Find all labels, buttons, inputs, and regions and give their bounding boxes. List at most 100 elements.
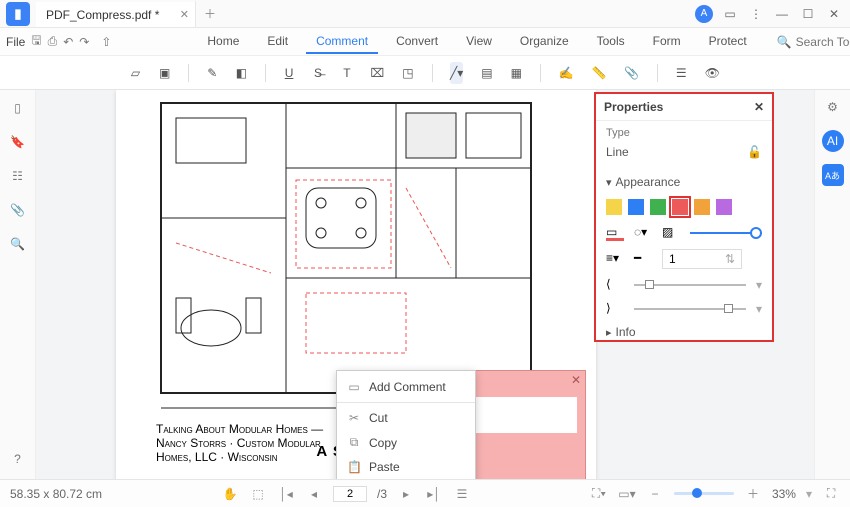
start-cap-icon[interactable]: ⟨	[606, 277, 624, 293]
thumbnails-icon[interactable]: ▯	[8, 98, 28, 118]
minimize-button[interactable]: —	[770, 2, 794, 26]
swatch-yellow[interactable]	[606, 199, 622, 215]
canvas[interactable]: ⎘	[36, 90, 814, 479]
appearance-section-toggle[interactable]: ▾ Appearance	[596, 171, 772, 193]
fit-options-icon[interactable]: ⛶▾	[590, 486, 608, 501]
start-cap-slider[interactable]	[634, 284, 746, 286]
presentation-icon[interactable]: ▭	[718, 2, 742, 26]
opacity-slider[interactable]	[690, 232, 762, 234]
end-cap-slider[interactable]	[634, 308, 746, 310]
cm-cut[interactable]: ✂Cut	[337, 406, 475, 430]
search-input[interactable]	[796, 35, 850, 49]
area-highlight-icon[interactable]: ▣	[159, 62, 170, 84]
signature-icon[interactable]: ✍	[558, 62, 573, 84]
pattern-icon[interactable]: ▨	[662, 225, 680, 241]
swatch-orange[interactable]	[694, 199, 710, 215]
tab-edit[interactable]: Edit	[257, 30, 298, 54]
kebab-menu-icon[interactable]: ⋮	[744, 2, 768, 26]
highlighter-icon[interactable]: ▱	[130, 62, 141, 84]
tab-comment[interactable]: Comment	[306, 30, 378, 54]
popup-close-icon[interactable]: ✕	[571, 373, 581, 387]
user-avatar[interactable]: A	[692, 2, 716, 26]
help-icon[interactable]: ?	[8, 449, 28, 469]
dropdown-icon[interactable]: ▾	[756, 302, 762, 316]
print-icon[interactable]: ⎙	[48, 31, 58, 53]
fullscreen-icon[interactable]: ⛶	[822, 486, 840, 501]
eraser-icon[interactable]: ◧	[236, 62, 247, 84]
swatch-blue[interactable]	[628, 199, 644, 215]
annotation-text-field[interactable]	[465, 397, 577, 433]
measure-icon[interactable]: 📏	[591, 62, 606, 84]
tab-view[interactable]: View	[456, 30, 502, 54]
document-tab[interactable]: PDF_Compress.pdf * ✕	[36, 0, 196, 27]
line-weight-icon[interactable]: ━	[634, 251, 652, 267]
zoom-out-icon[interactable]: −	[646, 487, 664, 501]
export-icon[interactable]: ⇧	[101, 31, 111, 53]
prev-page-icon[interactable]: ◂	[305, 487, 323, 501]
end-cap-icon[interactable]: ⟩	[606, 301, 624, 317]
last-page-icon[interactable]: ▸│	[425, 487, 443, 501]
quickbar: File 🖫 ⎙ ↶ ↷ ⇧ Home Edit Comment Convert…	[0, 28, 850, 56]
zoom-dropdown-icon[interactable]: ▾	[806, 487, 812, 501]
note-icon[interactable]: ▤	[481, 62, 492, 84]
separator	[188, 64, 189, 82]
fill-color-icon[interactable]: ◌▾	[634, 225, 652, 241]
zoom-in-icon[interactable]: ＋	[744, 485, 762, 502]
save-icon[interactable]: 🖫	[31, 31, 41, 53]
next-page-icon[interactable]: ▸	[397, 487, 415, 501]
tab-protect[interactable]: Protect	[699, 30, 757, 54]
cm-add-comment[interactable]: ▭Add Comment	[337, 375, 475, 399]
swatch-purple[interactable]	[716, 199, 732, 215]
close-tab-icon[interactable]: ✕	[180, 8, 189, 21]
callout-icon[interactable]: ◳	[402, 62, 413, 84]
stamp-icon[interactable]: ▦	[511, 62, 522, 84]
line-tool-icon[interactable]: ╱▾	[450, 62, 463, 84]
thickness-input[interactable]: 1⇅	[662, 249, 742, 269]
cm-paste[interactable]: 📋Paste	[337, 455, 475, 479]
first-page-icon[interactable]: │◂	[277, 487, 295, 501]
swatch-green[interactable]	[650, 199, 666, 215]
close-window-button[interactable]: ✕	[822, 2, 846, 26]
search-panel-icon[interactable]: 🔍	[8, 234, 28, 254]
new-tab-button[interactable]: ＋	[196, 0, 224, 27]
stroke-color-icon[interactable]: ▭	[606, 225, 624, 241]
select-tool-icon[interactable]: ⬚	[249, 487, 267, 501]
comments-list-icon[interactable]: ☰	[676, 62, 687, 84]
strikethrough-icon[interactable]: S̶	[313, 62, 324, 84]
read-mode-icon[interactable]: ☰	[453, 487, 471, 501]
tab-home[interactable]: Home	[197, 30, 249, 54]
textbox-icon[interactable]: ⌧	[370, 62, 384, 84]
redo-icon[interactable]: ↷	[79, 31, 89, 53]
page-number-input[interactable]	[333, 486, 367, 502]
layout-icon[interactable]: ▭▾	[618, 487, 636, 501]
ai-icon[interactable]: AI	[822, 130, 844, 152]
dropdown-icon[interactable]: ▾	[756, 278, 762, 292]
pencil-icon[interactable]: ✎	[207, 62, 218, 84]
layers-icon[interactable]: ☷	[8, 166, 28, 186]
settings-bars-icon[interactable]: ⚙	[822, 96, 844, 118]
lock-icon[interactable]: 🔓	[747, 145, 762, 159]
tab-convert[interactable]: Convert	[386, 30, 448, 54]
zoom-slider[interactable]	[674, 492, 734, 495]
tab-tools[interactable]: Tools	[587, 30, 635, 54]
underline-icon[interactable]: U	[284, 62, 295, 84]
hide-comments-icon[interactable]: 👁	[705, 62, 720, 84]
tab-organize[interactable]: Organize	[510, 30, 579, 54]
maximize-button[interactable]: ☐	[796, 2, 820, 26]
hand-tool-icon[interactable]: ✋	[221, 487, 239, 501]
undo-icon[interactable]: ↶	[63, 31, 73, 53]
attachment-icon[interactable]: 📎	[624, 62, 639, 84]
tab-form[interactable]: Form	[643, 30, 691, 54]
line-style-icon[interactable]: ≡▾	[606, 251, 624, 267]
info-section-toggle[interactable]: ▸ Info	[596, 321, 772, 343]
text-icon[interactable]: T	[341, 62, 352, 84]
attachments-icon[interactable]: 📎	[8, 200, 28, 220]
bookmarks-icon[interactable]: 🔖	[8, 132, 28, 152]
translate-icon[interactable]: Aあ	[822, 164, 844, 186]
close-panel-icon[interactable]: ✕	[754, 100, 764, 114]
cm-copy[interactable]: ⧉Copy	[337, 430, 475, 455]
swatch-red[interactable]	[672, 199, 688, 215]
search-tools[interactable]: 🔍	[777, 35, 850, 49]
file-menu[interactable]: File	[6, 31, 25, 53]
properties-title: Properties	[604, 100, 663, 114]
